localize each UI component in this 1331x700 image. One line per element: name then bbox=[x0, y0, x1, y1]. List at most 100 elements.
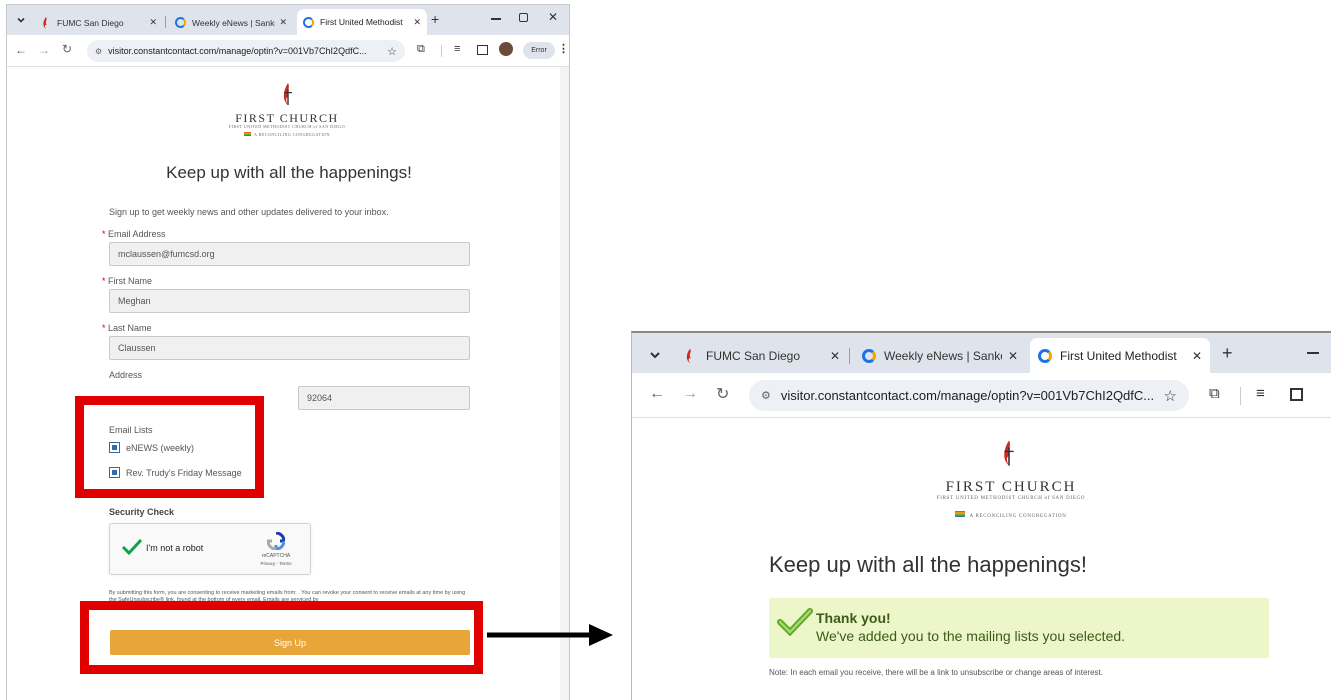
thank-you-message: We've added you to the mailing lists you… bbox=[816, 628, 1126, 644]
close-icon[interactable]: ✕ bbox=[413, 17, 421, 28]
recaptcha-widget[interactable]: I'm not a robot reCAPTCHA Privacy - Term… bbox=[109, 523, 311, 575]
profile-icon[interactable] bbox=[499, 42, 513, 56]
intro-text: Sign up to get weekly news and other upd… bbox=[109, 207, 389, 217]
tab-search-chevron-down-icon[interactable] bbox=[644, 344, 666, 366]
tab-weekly-enews[interactable]: Weekly eNews | Sankof ✕ bbox=[169, 10, 293, 35]
tab-title: FUMC San Diego bbox=[706, 349, 801, 363]
tab-title: First United Methodist bbox=[320, 17, 403, 27]
extensions-icon[interactable]: ⧉ bbox=[1209, 385, 1220, 402]
toolbar-separator bbox=[1240, 387, 1241, 405]
browser-window-before: FUMC San Diego ✕ Weekly eNews | Sankof ✕… bbox=[6, 4, 570, 700]
star-icon[interactable]: ☆ bbox=[1164, 387, 1177, 405]
tab-fumc-san-diego[interactable]: FUMC San Diego ✕ bbox=[676, 339, 848, 373]
back-icon[interactable]: ← bbox=[649, 385, 665, 403]
forward-icon[interactable]: → bbox=[38, 43, 50, 57]
captcha-links[interactable]: Privacy - Terms bbox=[250, 561, 302, 566]
tab-weekly-enews[interactable]: Weekly eNews | Sankof ✕ bbox=[854, 339, 1026, 373]
toolbar: ← → ↻ ⚙ visitor.constantcontact.com/mana… bbox=[7, 35, 569, 67]
cross-flame-icon bbox=[41, 16, 51, 29]
toolbar: ← → ↻ ⚙ visitor.constantcontact.com/mana… bbox=[632, 373, 1331, 418]
tab-separator bbox=[849, 348, 850, 364]
url-text: visitor.constantcontact.com/manage/optin… bbox=[780, 388, 1155, 403]
url-text: visitor.constantcontact.com/manage/optin… bbox=[108, 46, 367, 56]
zip-field[interactable]: 92064 bbox=[298, 386, 470, 410]
success-message: Thank you! We've added you to the mailin… bbox=[769, 598, 1269, 658]
unsubscribe-note: Note: In each email you receive, there w… bbox=[769, 668, 1103, 677]
tab-strip: FUMC San Diego ✕ Weekly eNews | Sankof ✕… bbox=[632, 333, 1331, 373]
logo-title: FIRST CHURCH bbox=[945, 479, 1077, 495]
new-tab-button[interactable]: + bbox=[1222, 343, 1233, 364]
checkmark-icon bbox=[777, 608, 813, 641]
new-tab-button[interactable]: + bbox=[431, 11, 439, 27]
tab-separator bbox=[165, 16, 166, 28]
captcha-text: I'm not a robot bbox=[146, 543, 204, 553]
reload-icon[interactable]: ↻ bbox=[716, 384, 729, 404]
tab-strip: FUMC San Diego ✕ Weekly eNews | Sankof ✕… bbox=[7, 5, 569, 35]
close-icon[interactable]: ✕ bbox=[830, 349, 840, 363]
constant-contact-icon bbox=[862, 349, 876, 363]
forward-icon[interactable]: → bbox=[682, 385, 698, 403]
tab-search-chevron-down-icon[interactable] bbox=[13, 12, 29, 28]
tab-title: FUMC San Diego bbox=[57, 17, 124, 28]
page-content: FIRST CHURCH FIRST UNITED METHODIST CHUR… bbox=[632, 418, 1331, 700]
first-name-field[interactable]: Meghan bbox=[109, 289, 470, 313]
tab-first-united-methodist[interactable]: First United Methodist ✕ bbox=[1030, 338, 1210, 373]
window-close-icon[interactable]: ✕ bbox=[548, 10, 558, 24]
close-icon[interactable]: ✕ bbox=[279, 17, 287, 28]
address-bar[interactable]: ⚙ visitor.constantcontact.com/manage/opt… bbox=[749, 380, 1189, 411]
last-name-field[interactable]: Claussen bbox=[109, 336, 470, 360]
cross-flame-icon bbox=[281, 83, 295, 105]
arrow-icon bbox=[487, 622, 615, 653]
address-label: Address bbox=[109, 370, 143, 380]
reading-list-icon[interactable]: ≡ bbox=[454, 43, 460, 55]
browser-window-after: FUMC San Diego ✕ Weekly eNews | Sankof ✕… bbox=[631, 331, 1331, 700]
email-label: * Email Address bbox=[102, 229, 166, 239]
close-icon[interactable]: ✕ bbox=[1008, 349, 1018, 363]
side-panel-icon[interactable] bbox=[1290, 388, 1303, 401]
logo-tagline: A RECONCILING CONGREGATION bbox=[882, 511, 1140, 519]
reload-icon[interactable]: ↻ bbox=[62, 42, 72, 56]
logo-tagline: A RECONCILING CONGREGATION bbox=[187, 132, 387, 137]
address-bar[interactable]: ⚙ visitor.constantcontact.com/manage/opt… bbox=[87, 40, 405, 62]
site-info-icon[interactable]: ⚙ bbox=[95, 47, 102, 56]
toolbar-separator bbox=[441, 45, 442, 57]
logo-subtitle: FIRST UNITED METHODIST CHURCH of SAN DIE… bbox=[228, 124, 346, 129]
first-name-label: * First Name bbox=[102, 276, 153, 286]
captcha-brand: reCAPTCHA bbox=[261, 553, 291, 559]
minimize-icon[interactable] bbox=[491, 18, 501, 20]
tab-title: First United Methodist bbox=[1060, 348, 1177, 363]
recaptcha-logo-icon bbox=[266, 531, 286, 551]
error-badge[interactable]: Error bbox=[523, 42, 555, 59]
tab-title: Weekly eNews | Sankof bbox=[192, 17, 276, 28]
constant-contact-icon bbox=[175, 17, 186, 28]
side-panel-icon[interactable] bbox=[477, 45, 488, 55]
reading-list-icon[interactable]: ≡ bbox=[1256, 385, 1265, 402]
page-heading: Keep up with all the happenings! bbox=[166, 163, 412, 182]
cross-flame-icon bbox=[1001, 438, 1017, 468]
checkmark-icon bbox=[121, 538, 143, 561]
constant-contact-icon bbox=[303, 16, 314, 28]
star-icon[interactable]: ☆ bbox=[387, 45, 397, 58]
email-lists-highlight bbox=[75, 396, 264, 498]
logo-subtitle: FIRST UNITED METHODIST CHURCH of SAN DIE… bbox=[936, 496, 1086, 501]
maximize-icon[interactable] bbox=[519, 13, 528, 22]
site-info-icon[interactable]: ⚙ bbox=[761, 389, 771, 402]
sign-up-highlight bbox=[80, 601, 483, 674]
constant-contact-icon bbox=[1038, 348, 1052, 363]
tab-first-united-methodist[interactable]: First United Methodist ✕ bbox=[297, 9, 427, 35]
tab-title: Weekly eNews | Sankof bbox=[884, 349, 1002, 363]
back-icon[interactable]: ← bbox=[15, 43, 27, 57]
scrollbar[interactable] bbox=[560, 67, 569, 700]
security-check-label: Security Check bbox=[109, 507, 175, 517]
cross-flame-icon bbox=[684, 348, 696, 364]
kebab-menu-icon[interactable]: ⋮ bbox=[558, 42, 569, 55]
minimize-icon[interactable] bbox=[1307, 352, 1319, 354]
close-icon[interactable]: ✕ bbox=[149, 17, 157, 28]
last-name-label: * Last Name bbox=[102, 323, 152, 333]
close-icon[interactable]: ✕ bbox=[1192, 349, 1202, 363]
extensions-icon[interactable]: ⧉ bbox=[417, 43, 425, 56]
email-field[interactable]: mclaussen@fumcsd.org bbox=[109, 242, 470, 266]
page-heading: Keep up with all the happenings! bbox=[769, 552, 1088, 577]
thank-you-title: Thank you! bbox=[816, 610, 891, 626]
tab-fumc-san-diego[interactable]: FUMC San Diego ✕ bbox=[35, 10, 163, 35]
